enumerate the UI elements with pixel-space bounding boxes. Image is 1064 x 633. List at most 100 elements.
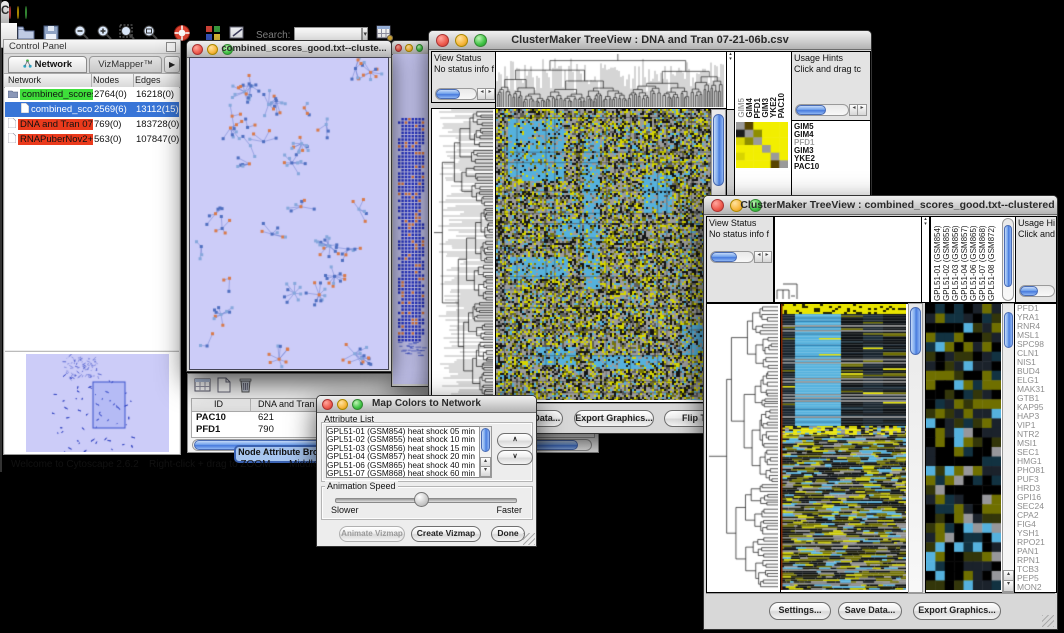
network-row[interactable]: RNAPuberNov2+I 563(0) 107847(0) xyxy=(5,132,179,147)
view-status-scrollbar[interactable] xyxy=(710,251,754,263)
treeview-combined-title: ClusterMaker TreeView : combined_scores_… xyxy=(740,199,1055,211)
detail-row-labels: GIM5GIM4PFD1GIM3YKE2PAC10 xyxy=(791,120,871,200)
animation-speed-label: Animation Speed xyxy=(325,481,398,491)
tab-network[interactable]: Network xyxy=(8,56,87,73)
create-vizmap-button[interactable]: Create Vizmap xyxy=(411,526,481,542)
tab-vizmapper[interactable]: VizMapper™ xyxy=(89,56,162,73)
usage-hints-panel: Usage Hi Click and xyxy=(1015,216,1057,303)
array-labels-panel: GPL51-01 (GSM854)GPL51-02 (GSM855)GPL51-… xyxy=(930,216,1016,303)
usage-hints-panel: Usage Hints Click and drag tc ◂ ▸ xyxy=(791,51,871,121)
usage-hints-scrollbar[interactable] xyxy=(795,104,849,116)
delete-attribute-icon[interactable] xyxy=(238,376,253,398)
scroll-strip[interactable]: ▴▾ xyxy=(921,216,930,303)
detail-column-labels: GIM5GIM4PFD1GIM3YKE2PAC10 xyxy=(737,86,785,118)
row-dendrogram-panel[interactable] xyxy=(706,303,781,593)
network-view-window-2 xyxy=(391,40,430,387)
scroll-right-button[interactable]: ▸ xyxy=(485,88,495,100)
minimize-button[interactable] xyxy=(405,44,412,52)
heatmap-panel[interactable] xyxy=(495,108,727,403)
resize-grip[interactable] xyxy=(523,533,535,545)
array-labels-vscrollbar[interactable] xyxy=(1002,218,1014,301)
create-attribute-icon[interactable] xyxy=(217,377,231,398)
control-panel: Control Panel Network VizMapper™ ▶ Netwo… xyxy=(3,39,181,455)
network-row-selected[interactable]: combined_sco 2569(6) 13112(15) xyxy=(5,102,179,117)
array-column-labels: GPL51-01 (GSM854)GPL51-02 (GSM855)GPL51-… xyxy=(933,218,996,301)
slower-label: Slower xyxy=(331,505,359,515)
animation-speed-slider-thumb[interactable] xyxy=(414,492,429,507)
export-graphics-button[interactable]: Export Graphics... xyxy=(913,602,1001,620)
usage-hints-title: Usage Hints xyxy=(794,53,843,63)
minimize-button[interactable] xyxy=(207,44,218,55)
save-data-button[interactable]: Save Data... xyxy=(838,602,902,620)
network-file-icon xyxy=(21,103,29,118)
main-titlebar[interactable]: Cytoscape Desktop (Session Name: collins… xyxy=(1,1,9,24)
view-status-scrollbar[interactable] xyxy=(435,88,477,100)
view-status-panel: View Status No status info f ◂ ▸ xyxy=(431,51,496,103)
view-status-text: No status info f xyxy=(709,229,769,239)
network-row[interactable]: DNA and Tran 07 769(0) 183728(0) xyxy=(5,117,179,132)
attribute-list-vscrollbar[interactable]: ▴ ▾ xyxy=(479,426,492,478)
row-dendrogram-panel[interactable] xyxy=(431,108,496,403)
minimize-button[interactable] xyxy=(17,6,19,19)
control-panel-title: Control Panel xyxy=(9,41,67,52)
select-attributes-icon[interactable] xyxy=(194,377,211,398)
network-overview-panel xyxy=(5,351,179,454)
cytoscape-main-window: Cytoscape Desktop (Session Name: collins… xyxy=(0,0,2,472)
scroll-right-button[interactable]: ▸ xyxy=(762,251,772,263)
close-button[interactable] xyxy=(192,44,203,55)
view-status-title: View Status xyxy=(709,218,756,228)
faster-label: Faster xyxy=(496,505,522,515)
network-canvas-2[interactable] xyxy=(393,54,428,384)
desktop: Cytoscape Desktop (Session Name: collins… xyxy=(0,0,1064,633)
attribute-list[interactable]: GPL51-01 (GSM854) heat shock 05 minGPL51… xyxy=(326,426,492,478)
float-panel-icon[interactable] xyxy=(166,42,176,52)
usage-hints-text: Click and drag tc xyxy=(794,64,861,74)
move-down-button[interactable]: ∨ xyxy=(497,450,533,465)
treeview-combined-window: ClusterMaker TreeView : combined_scores_… xyxy=(703,195,1058,630)
status-welcome: Welcome to Cytoscape 2.6.2 xyxy=(11,459,139,470)
network-file-icon xyxy=(8,133,16,148)
done-button[interactable]: Done xyxy=(491,526,525,542)
close-button[interactable] xyxy=(395,44,402,52)
close-button[interactable] xyxy=(9,6,11,19)
resize-grip[interactable] xyxy=(1042,615,1054,627)
network-window-title: combined_scores_good.txt--cluste... xyxy=(221,43,387,54)
detail-heatmap-canvas[interactable] xyxy=(736,122,788,168)
search-label: Search: xyxy=(256,30,290,41)
heatmap-panel[interactable] xyxy=(780,303,909,593)
usage-hints-scrollbar[interactable] xyxy=(1019,285,1055,297)
map-colors-dialog: Map Colors to Network Attribute List GPL… xyxy=(316,395,537,547)
usage-hints-text: Click and xyxy=(1018,229,1055,239)
network-folder-icon xyxy=(8,88,18,103)
detail-labels-panel: GIM5GIM4PFD1GIM3YKE2PAC10 xyxy=(734,51,792,198)
usage-hints-title: Usage Hi xyxy=(1018,218,1055,228)
treeview-dna-title: ClusterMaker TreeView : DNA and Tran 07-… xyxy=(429,34,871,46)
close-button[interactable] xyxy=(711,199,724,212)
main-window-title: Cytoscape Desktop (Session Name: collins… xyxy=(1,5,9,17)
map-dialog-title: Map Colors to Network xyxy=(317,398,536,409)
zoom-button[interactable] xyxy=(416,44,423,52)
gene-list-panel[interactable]: PFD1YRA1RNR4MSL1SPC98CLN1NIS1BUD4ELG1MAK… xyxy=(1014,303,1057,593)
move-up-button[interactable]: ∧ xyxy=(497,433,533,448)
column-dendrogram-panel[interactable] xyxy=(495,51,727,110)
tab-overflow-button[interactable]: ▶ xyxy=(164,56,180,73)
network-canvas[interactable] xyxy=(189,57,389,370)
column-dendrogram-panel[interactable] xyxy=(774,216,922,303)
network-view-window: combined_scores_good.txt--cluste... xyxy=(186,40,392,372)
status-hint-zoom: Right-click + drag to ZOOM xyxy=(149,459,270,470)
settings-button[interactable]: Settings... xyxy=(769,602,831,620)
id-column-header[interactable]: ID xyxy=(214,399,223,409)
heatmap-vscrollbar[interactable] xyxy=(908,303,923,593)
network-file-icon xyxy=(8,118,16,133)
view-status-text: No status info f xyxy=(434,64,494,74)
network-table-header: Network Nodes Edges xyxy=(4,74,180,88)
network-overview-canvas[interactable] xyxy=(26,354,169,452)
view-status-title: View Status xyxy=(434,53,481,63)
detail-heatmap-panel[interactable] xyxy=(925,303,1004,593)
view-status-panel: View Status No status info f ◂ ▸ xyxy=(706,216,774,303)
export-graphics-button[interactable]: Export Graphics... xyxy=(574,410,654,427)
animate-vizmap-button[interactable]: Animate Vizmap xyxy=(339,526,405,542)
scroll-right-button[interactable]: ▸ xyxy=(857,104,867,116)
network-row[interactable]: combined_scores 2764(0) 16218(0) xyxy=(5,87,179,102)
zoom-button[interactable] xyxy=(25,6,27,19)
